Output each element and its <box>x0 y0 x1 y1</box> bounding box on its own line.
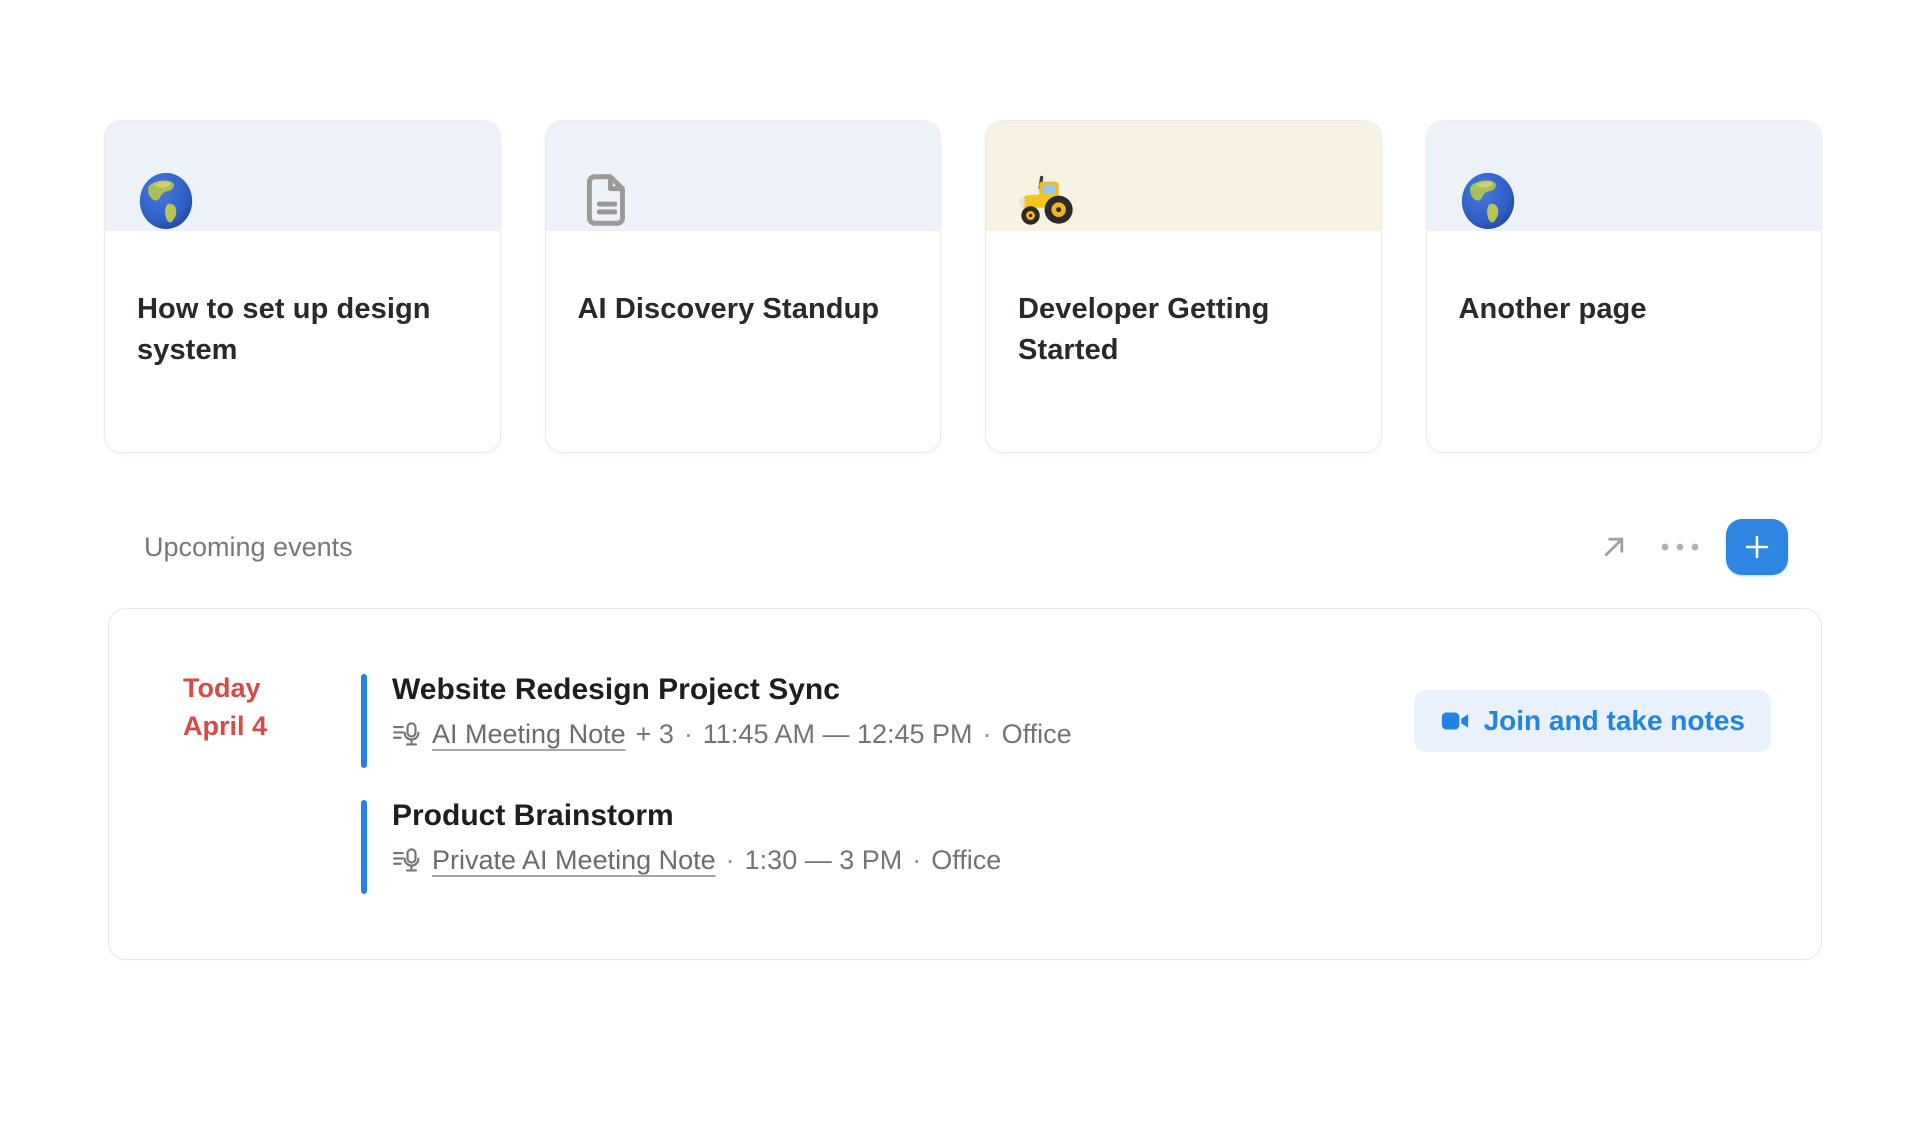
card-title: Another page <box>1459 289 1794 330</box>
meeting-note-link[interactable]: Private AI Meeting Note <box>432 842 716 878</box>
meeting-note-icon <box>392 721 422 747</box>
video-camera-icon <box>1440 706 1470 736</box>
upcoming-events-header: Upcoming events <box>144 517 1788 577</box>
event-time: 11:45 AM — 12:45 PM <box>703 716 973 752</box>
join-and-take-notes-button[interactable]: Join and take notes <box>1414 690 1771 752</box>
card-title: AI Discovery Standup <box>578 289 913 330</box>
date-value: April 4 <box>183 707 267 745</box>
event-time: 1:30 — 3 PM <box>745 842 903 878</box>
card-title: How to set up design system <box>137 289 472 371</box>
page-card-another-page[interactable]: Another page <box>1426 120 1823 453</box>
separator: · <box>726 842 735 878</box>
event-row-website-redesign[interactable]: Website Redesign Project Sync AI Meeting… <box>361 669 1771 773</box>
section-toolbar <box>1594 519 1788 575</box>
section-title: Upcoming events <box>144 532 353 563</box>
event-list: Website Redesign Project Sync AI Meeting… <box>361 669 1771 899</box>
event-color-bar <box>361 674 367 768</box>
more-options-button[interactable] <box>1660 527 1700 567</box>
event-color-bar <box>361 800 367 894</box>
page-card-design-system[interactable]: How to set up design system <box>104 120 501 453</box>
document-icon <box>576 169 638 231</box>
plus-icon <box>1741 531 1773 563</box>
card-title: Developer Getting Started <box>1018 289 1353 371</box>
add-event-button[interactable] <box>1726 519 1788 575</box>
separator: · <box>684 716 693 752</box>
ellipsis-icon <box>1660 542 1700 552</box>
open-in-full-button[interactable] <box>1594 527 1634 567</box>
event-title: Product Brainstorm <box>392 795 1771 837</box>
event-meta: Private AI Meeting Note · 1:30 — 3 PM · … <box>392 842 1771 878</box>
page-card-ai-discovery-standup[interactable]: AI Discovery Standup <box>545 120 942 453</box>
meeting-note-icon <box>392 847 422 873</box>
tractor-icon <box>1016 169 1078 231</box>
event-row-product-brainstorm[interactable]: Product Brainstorm Private AI Meeting No… <box>361 795 1771 899</box>
separator: · <box>912 842 921 878</box>
meeting-note-link[interactable]: AI Meeting Note <box>432 716 626 752</box>
event-location: Office <box>1002 716 1072 752</box>
page-cards-row: How to set up design system AI Discovery… <box>104 120 1822 453</box>
globe-icon <box>135 169 197 231</box>
page: How to set up design system AI Discovery… <box>0 0 1920 1122</box>
page-card-developer-getting-started[interactable]: Developer Getting Started <box>985 120 1382 453</box>
join-button-label: Join and take notes <box>1484 705 1745 737</box>
date-label: Today <box>183 669 267 707</box>
event-date: Today April 4 <box>183 669 267 745</box>
arrow-up-right-icon <box>1597 530 1631 564</box>
event-location: Office <box>931 842 1001 878</box>
note-extra-count: + 3 <box>636 716 674 752</box>
upcoming-events-card: Today April 4 Website Redesign Project S… <box>108 608 1822 960</box>
separator: · <box>983 716 992 752</box>
globe-icon <box>1457 169 1519 231</box>
